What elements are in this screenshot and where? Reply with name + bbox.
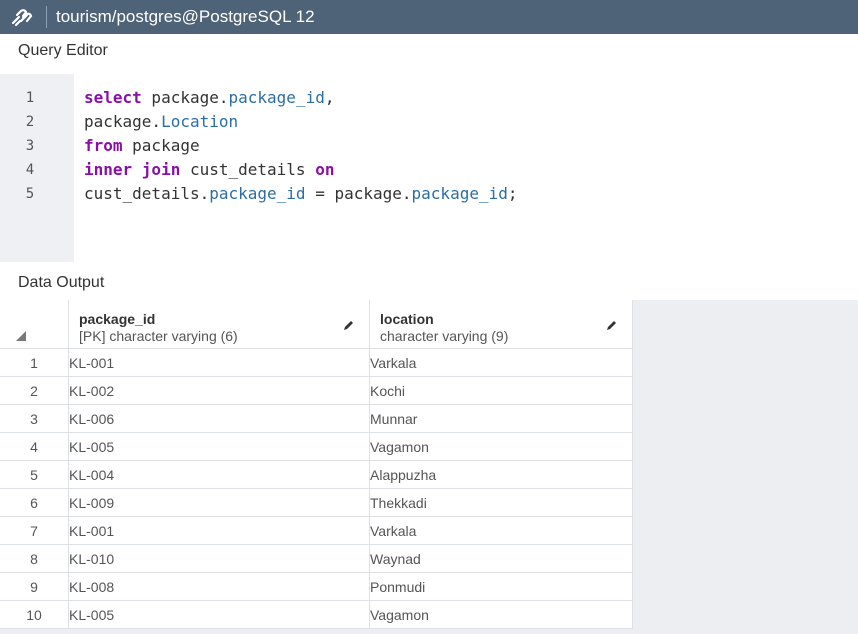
- row-number[interactable]: 2: [0, 376, 69, 405]
- cell-location[interactable]: Ponmudi: [369, 572, 633, 601]
- row-number[interactable]: 5: [0, 460, 69, 489]
- line-number: 5: [25, 186, 35, 202]
- sql-keyword: inner join: [84, 160, 181, 179]
- line-number: 2: [25, 114, 35, 130]
- cell-package-id[interactable]: KL-004: [68, 460, 370, 489]
- cell-location[interactable]: Kochi: [369, 376, 633, 405]
- connection-icon: [0, 7, 46, 27]
- select-all-corner[interactable]: [0, 300, 69, 349]
- query-editor[interactable]: 1 select package.package_id, 2 package.Loca…: [0, 74, 858, 262]
- line-number: 4: [25, 162, 35, 178]
- cell-location[interactable]: Alappuzha: [369, 460, 633, 489]
- row-number[interactable]: 7: [0, 516, 69, 545]
- column-name: package_id: [79, 311, 156, 327]
- connection-title: tourism/postgres@PostgreSQL 12: [56, 7, 315, 26]
- sql-text: cust_details.: [84, 184, 210, 203]
- data-output-panel: package_id [PK] character varying (6) lo…: [0, 300, 858, 634]
- sql-text: package.: [84, 112, 162, 131]
- column-header-location[interactable]: location character varying (9): [369, 300, 633, 349]
- table-row[interactable]: 10 KL-005 Vagamon: [0, 600, 633, 629]
- row-number[interactable]: 4: [0, 432, 69, 461]
- table-row[interactable]: 7 KL-001 Varkala: [0, 516, 633, 545]
- data-output-label: Data Output: [18, 274, 105, 291]
- corner-triangle-icon: [16, 331, 26, 341]
- cell-package-id[interactable]: KL-005: [68, 432, 370, 461]
- cell-package-id[interactable]: KL-002: [68, 376, 370, 405]
- row-number[interactable]: 1: [0, 348, 69, 377]
- row-number[interactable]: 9: [0, 572, 69, 601]
- query-editor-label: Query Editor: [18, 42, 108, 59]
- column-type: character varying (9): [380, 328, 509, 344]
- cell-package-id[interactable]: KL-001: [68, 348, 370, 377]
- sql-identifier: package_id: [411, 184, 508, 203]
- line-number: 3: [25, 138, 35, 154]
- title-bar: tourism/postgres@PostgreSQL 12: [0, 0, 858, 34]
- row-number[interactable]: 8: [0, 544, 69, 573]
- table-row[interactable]: 2 KL-002 Kochi: [0, 376, 633, 405]
- table-row[interactable]: 1 KL-001 Varkala: [0, 348, 633, 377]
- row-number[interactable]: 10: [0, 600, 69, 629]
- cell-package-id[interactable]: KL-009: [68, 488, 370, 517]
- cell-package-id[interactable]: KL-006: [68, 404, 370, 433]
- code-text: select package.package_id,: [84, 86, 334, 110]
- code-text: inner join cust_details on: [84, 158, 334, 182]
- table-row[interactable]: 5 KL-004 Alappuzha: [0, 460, 633, 489]
- column-name: location: [380, 311, 434, 327]
- sql-identifier: Location: [161, 112, 239, 131]
- cell-package-id[interactable]: KL-005: [68, 600, 370, 629]
- sql-text: = package.: [305, 184, 412, 203]
- line-number: 1: [25, 90, 35, 106]
- cell-package-id[interactable]: KL-001: [68, 516, 370, 545]
- row-number[interactable]: 3: [0, 404, 69, 433]
- sql-keyword: select: [84, 88, 142, 107]
- code-text: from package: [84, 134, 200, 158]
- sql-text: ;: [507, 184, 518, 203]
- cell-package-id[interactable]: KL-008: [68, 572, 370, 601]
- cell-location[interactable]: Varkala: [369, 348, 633, 377]
- table-row[interactable]: 9 KL-008 Ponmudi: [0, 572, 633, 601]
- cell-package-id[interactable]: KL-010: [68, 544, 370, 573]
- results-grid: package_id [PK] character varying (6) lo…: [0, 300, 633, 629]
- sql-keyword: from: [84, 136, 123, 155]
- column-header-package-id[interactable]: package_id [PK] character varying (6): [68, 300, 370, 349]
- sql-text: package.: [141, 88, 229, 107]
- cell-location[interactable]: Varkala: [369, 516, 633, 545]
- cell-location[interactable]: Vagamon: [369, 432, 633, 461]
- table-row[interactable]: 3 KL-006 Munnar: [0, 404, 633, 433]
- sql-identifier: package_id: [209, 184, 306, 203]
- pencil-icon[interactable]: [606, 319, 618, 331]
- cell-location[interactable]: Waynad: [369, 544, 633, 573]
- table-row[interactable]: 4 KL-005 Vagamon: [0, 432, 633, 461]
- pencil-icon[interactable]: [343, 319, 355, 331]
- sql-text: ,: [324, 88, 335, 107]
- row-number[interactable]: 6: [0, 488, 69, 517]
- sql-identifier: package_id: [228, 88, 325, 107]
- column-type: [PK] character varying (6): [79, 328, 238, 344]
- code-text: package.Location: [84, 110, 238, 134]
- table-row[interactable]: 6 KL-009 Thekkadi: [0, 488, 633, 517]
- sql-keyword: on: [315, 160, 335, 179]
- sql-text: package: [122, 136, 200, 155]
- table-row[interactable]: 8 KL-010 Waynad: [0, 544, 633, 573]
- code-text: cust_details.package_id = package.packag…: [84, 182, 518, 206]
- cell-location[interactable]: Thekkadi: [369, 488, 633, 517]
- cell-location[interactable]: Vagamon: [369, 600, 633, 629]
- sql-text: cust_details: [180, 160, 316, 179]
- cell-location[interactable]: Munnar: [369, 404, 633, 433]
